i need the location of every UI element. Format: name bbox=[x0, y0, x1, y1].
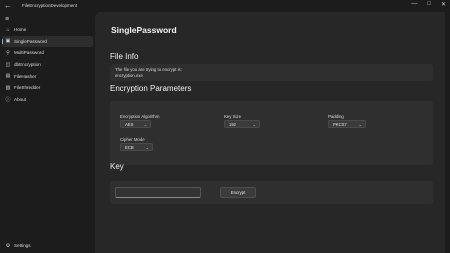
page-title: SinglePassword bbox=[111, 25, 177, 35]
algorithm-select[interactable]: AES ⌄ bbox=[120, 120, 151, 128]
key-size-label: Key Size bbox=[224, 114, 241, 119]
algorithm-label: Encryption Algorithm bbox=[120, 114, 160, 119]
sidebar-item-label: About bbox=[14, 96, 27, 102]
main-content: SinglePassword File Info The file you ar… bbox=[95, 12, 445, 253]
encrypt-button[interactable]: Encrypt bbox=[220, 187, 256, 198]
sidebar-item-filehasher[interactable]: ▤ FileHasher bbox=[2, 70, 93, 82]
file-info-heading: File Info bbox=[110, 52, 139, 61]
file-name: encryption.exe bbox=[115, 73, 143, 78]
minimize-icon[interactable]: — bbox=[411, 1, 417, 8]
database-icon: ◫ bbox=[5, 61, 11, 68]
file-icon: ▤ bbox=[5, 73, 11, 80]
info-icon: ⓘ bbox=[5, 96, 11, 103]
sidebar: ≡ ⌂ Home ▣ SinglePassword ⚲ MultiPasswor… bbox=[0, 12, 95, 253]
hamburger-menu-icon[interactable]: ≡ bbox=[5, 16, 9, 23]
sidebar-item-dbencryption[interactable]: ◫ dbEncryption bbox=[2, 59, 93, 71]
chevron-down-icon: ⌄ bbox=[252, 122, 256, 127]
sidebar-item-fileshredder[interactable]: ▧ FileShredder bbox=[2, 82, 93, 94]
home-icon: ⌂ bbox=[6, 26, 10, 33]
sidebar-item-about[interactable]: ⓘ About bbox=[2, 94, 93, 106]
file-info-card: The file you are trying to encrypt is: e… bbox=[110, 64, 433, 81]
gear-icon: ⚙ bbox=[5, 242, 11, 249]
key-icon: ⚲ bbox=[6, 49, 10, 56]
sidebar-item-label: SinglePassword bbox=[14, 38, 47, 44]
sidebar-item-label: FileHasher bbox=[14, 73, 37, 79]
algorithm-value: AES bbox=[125, 122, 134, 127]
padding-label: Padding bbox=[328, 114, 344, 119]
sidebar-item-singlepassword[interactable]: ▣ SinglePassword bbox=[2, 35, 93, 48]
title-bar: ← FileEncryptionDevelopment — □ ✕ bbox=[0, 0, 450, 12]
sidebar-item-label: MultiPassword bbox=[14, 50, 44, 56]
folder-icon: ▧ bbox=[5, 84, 11, 91]
cipher-mode-value: ECB bbox=[125, 145, 134, 150]
back-arrow-icon[interactable]: ← bbox=[4, 1, 12, 10]
sidebar-item-multipassword[interactable]: ⚲ MultiPassword bbox=[2, 47, 93, 59]
padding-select[interactable]: PKCS7 ⌄ bbox=[328, 120, 366, 128]
window-title: FileEncryptionDevelopment bbox=[22, 3, 78, 8]
close-icon[interactable]: ✕ bbox=[441, 1, 446, 8]
key-input[interactable] bbox=[115, 187, 201, 198]
key-size-select[interactable]: 192 ⌄ bbox=[224, 120, 260, 128]
chevron-down-icon: ⌄ bbox=[358, 122, 362, 127]
sidebar-item-label: Home bbox=[14, 27, 27, 33]
nav-list: ⌂ Home ▣ SinglePassword ⚲ MultiPassword … bbox=[2, 24, 93, 105]
lock-icon: ▣ bbox=[5, 38, 11, 45]
maximize-icon[interactable]: □ bbox=[427, 1, 431, 8]
encryption-parameters-heading: Encryption Parameters bbox=[110, 84, 192, 93]
chevron-down-icon: ⌄ bbox=[145, 145, 149, 150]
key-card: Encrypt bbox=[110, 181, 433, 204]
window-controls: — □ ✕ bbox=[411, 1, 446, 8]
encryption-parameters-card: Encryption Algorithm AES ⌄ Key Size 192 … bbox=[110, 101, 433, 165]
sidebar-item-home[interactable]: ⌂ Home bbox=[2, 24, 93, 36]
sidebar-item-label: dbEncryption bbox=[14, 62, 41, 68]
file-info-text: The file you are trying to encrypt is: bbox=[115, 67, 182, 72]
padding-value: PKCS7 bbox=[333, 122, 347, 127]
chevron-down-icon: ⌄ bbox=[143, 122, 147, 127]
sidebar-item-label: Settings bbox=[14, 243, 31, 249]
sidebar-item-label: FileShredder bbox=[14, 85, 41, 91]
cipher-mode-label: Cipher Mode bbox=[120, 137, 145, 142]
key-heading: Key bbox=[110, 162, 124, 171]
cipher-mode-select[interactable]: ECB ⌄ bbox=[120, 143, 153, 151]
sidebar-item-settings[interactable]: ⚙ Settings bbox=[2, 240, 31, 252]
key-size-value: 192 bbox=[229, 122, 236, 127]
